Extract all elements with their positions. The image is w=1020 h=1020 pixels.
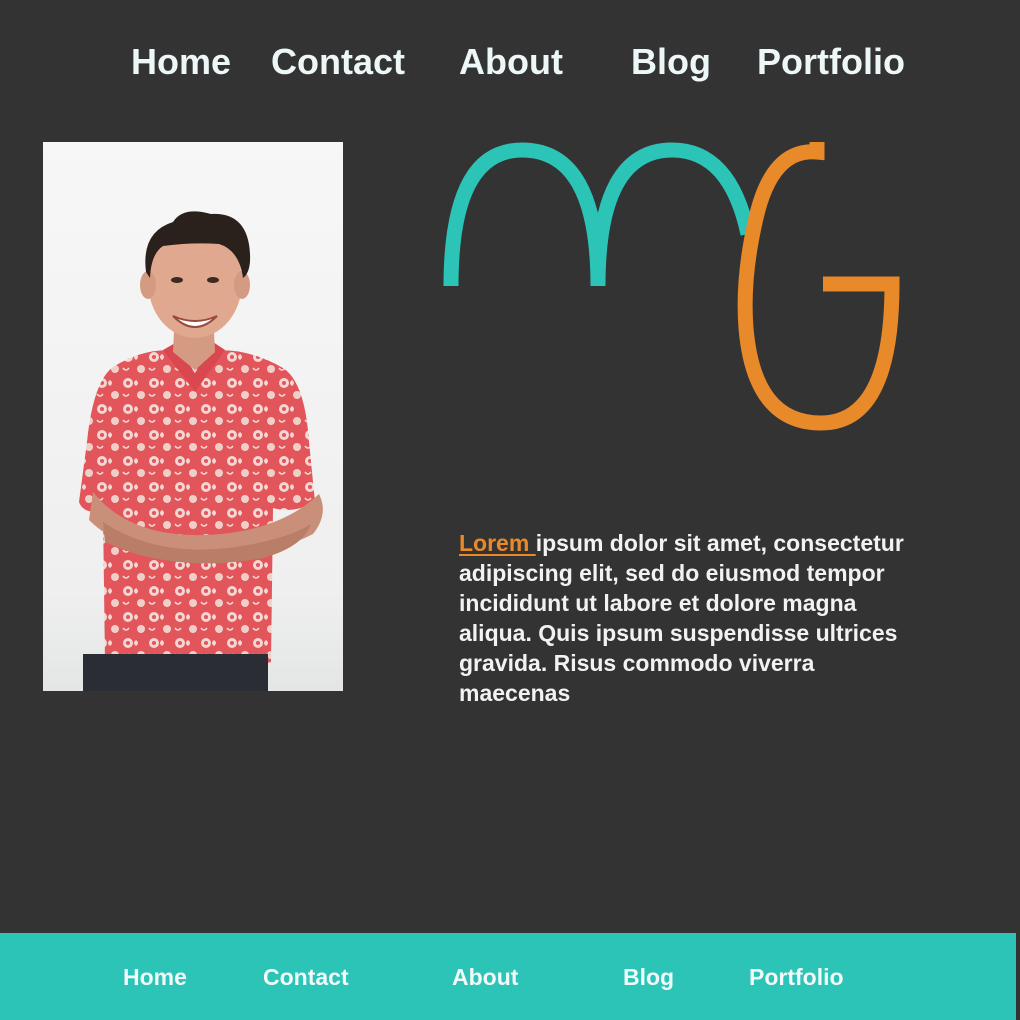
footer-about-link[interactable]: About	[452, 963, 518, 991]
profile-photo	[43, 142, 343, 691]
nav-portfolio-link[interactable]: Portfolio	[757, 40, 905, 84]
profile-photo-illustration	[43, 142, 343, 691]
nav-about-link[interactable]: About	[459, 40, 563, 84]
bio-paragraph: Lorem ipsum dolor sit amet, consectetur …	[459, 528, 909, 708]
bio-highlight-link[interactable]: Lorem	[459, 530, 536, 556]
footer-contact-link[interactable]: Contact	[263, 963, 349, 991]
nav-home-link[interactable]: Home	[131, 40, 231, 84]
footer: Home Contact About Blog Portfolio	[0, 933, 1020, 1020]
nav-blog-link[interactable]: Blog	[631, 40, 711, 84]
footer-blog-link[interactable]: Blog	[623, 963, 674, 991]
bio-text: ipsum dolor sit amet, consectetur adipis…	[459, 530, 904, 706]
footer-home-link[interactable]: Home	[123, 963, 187, 991]
footer-portfolio-link[interactable]: Portfolio	[749, 963, 844, 991]
mg-monogram-logo	[443, 142, 900, 431]
nav-contact-link[interactable]: Contact	[271, 40, 405, 84]
page: Home Contact About Blog Portfolio Lorem …	[0, 0, 1020, 1020]
